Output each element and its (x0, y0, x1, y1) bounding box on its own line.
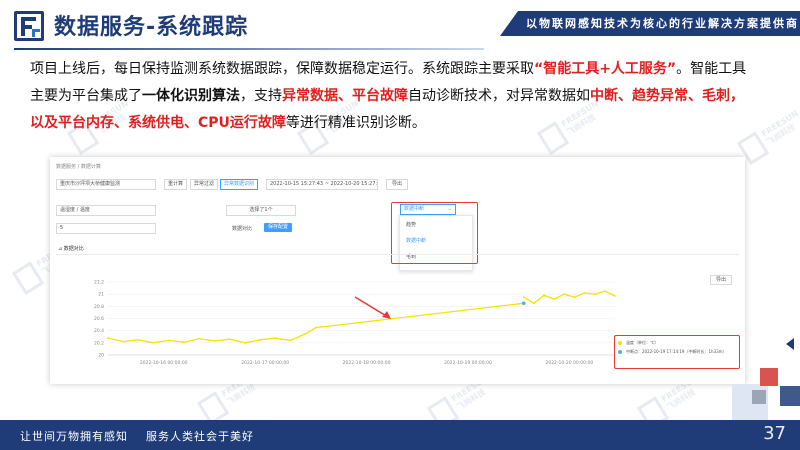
decor-square (780, 386, 800, 406)
page-number: 37 (763, 423, 786, 444)
data-point (213, 340, 216, 342)
data-point (259, 338, 261, 341)
highlight-smart-tools: “智能工具+人工服务” (534, 61, 677, 77)
data-point (583, 292, 586, 294)
data-point (107, 337, 109, 339)
x-tick-label: 2022-10-20 00:00:00 (545, 360, 593, 366)
data-point (532, 302, 535, 305)
data-point (522, 296, 525, 299)
series-line-temperature (523, 290, 616, 305)
data-point (243, 341, 246, 344)
data-point (137, 338, 140, 341)
header-slogan: 以物联网感知技术为核心的行业解决方案提供商 (500, 11, 800, 36)
x-tick-label: 2022-10-16 00:00:00 (140, 360, 188, 366)
highlight-box-legend (614, 335, 740, 369)
decor-square (760, 368, 778, 386)
data-point (614, 295, 616, 297)
highlight-algorithm: 一体化识别算法 (142, 88, 240, 104)
annotation-arrow-shaft (354, 296, 389, 318)
y-tick-label: 20.2 (94, 340, 104, 346)
side-arrow-icon (786, 338, 794, 350)
page-title: 数据服务-系统跟踪 (54, 15, 249, 40)
data-point (314, 326, 317, 329)
series-line-temperature (107, 327, 317, 344)
title-divider (14, 48, 484, 50)
data-point (593, 293, 596, 296)
y-tick-label: 21.2 (94, 280, 104, 286)
y-tick-label: 20.4 (94, 328, 104, 334)
data-point (553, 298, 556, 300)
x-tick-label: 2022-10-17 00:00:00 (241, 360, 289, 366)
data-point (573, 296, 576, 299)
data-point (289, 339, 292, 342)
data-point (198, 337, 201, 340)
y-tick-label: 20 (98, 353, 104, 359)
highlight-anomaly: 异常数据、平台故障 (282, 88, 408, 104)
decor-square (752, 390, 766, 404)
intro-paragraph: 项目上线后，每日保持监测系统数据跟踪，保障数据稳定运行。系统跟踪主要采取“智能工… (30, 61, 747, 131)
footer-bar: 让世间万物拥有感知 服务人类社会于美好 37 (0, 420, 800, 450)
interruption-point-marker (521, 301, 526, 306)
data-point (183, 341, 185, 344)
y-tick-label: 20.8 (94, 304, 104, 310)
data-point (167, 339, 170, 342)
data-point (603, 290, 606, 293)
series-line-temperature (315, 302, 524, 329)
data-point (152, 341, 155, 344)
data-point (274, 337, 277, 339)
data-point (122, 340, 125, 343)
x-tick-label: 2022-10-19 00:00:00 (444, 360, 492, 366)
x-tick-label: 2022-10-18 00:00:00 (343, 360, 391, 366)
company-logo-icon (14, 11, 44, 41)
y-tick-label: 21 (98, 292, 104, 298)
data-point (563, 293, 566, 296)
data-point (543, 294, 545, 297)
y-tick-label: 20.6 (94, 316, 104, 322)
data-point (304, 332, 307, 335)
data-point (228, 338, 231, 341)
footer-slogan: 让世间万物拥有感知 服务人类社会于美好 (20, 430, 254, 443)
embedded-screenshot: 数据服务 / 数据计算 重庆市沙坪坝大桥健康监测 重计算 异常过滤 异常数据识别… (50, 157, 745, 384)
